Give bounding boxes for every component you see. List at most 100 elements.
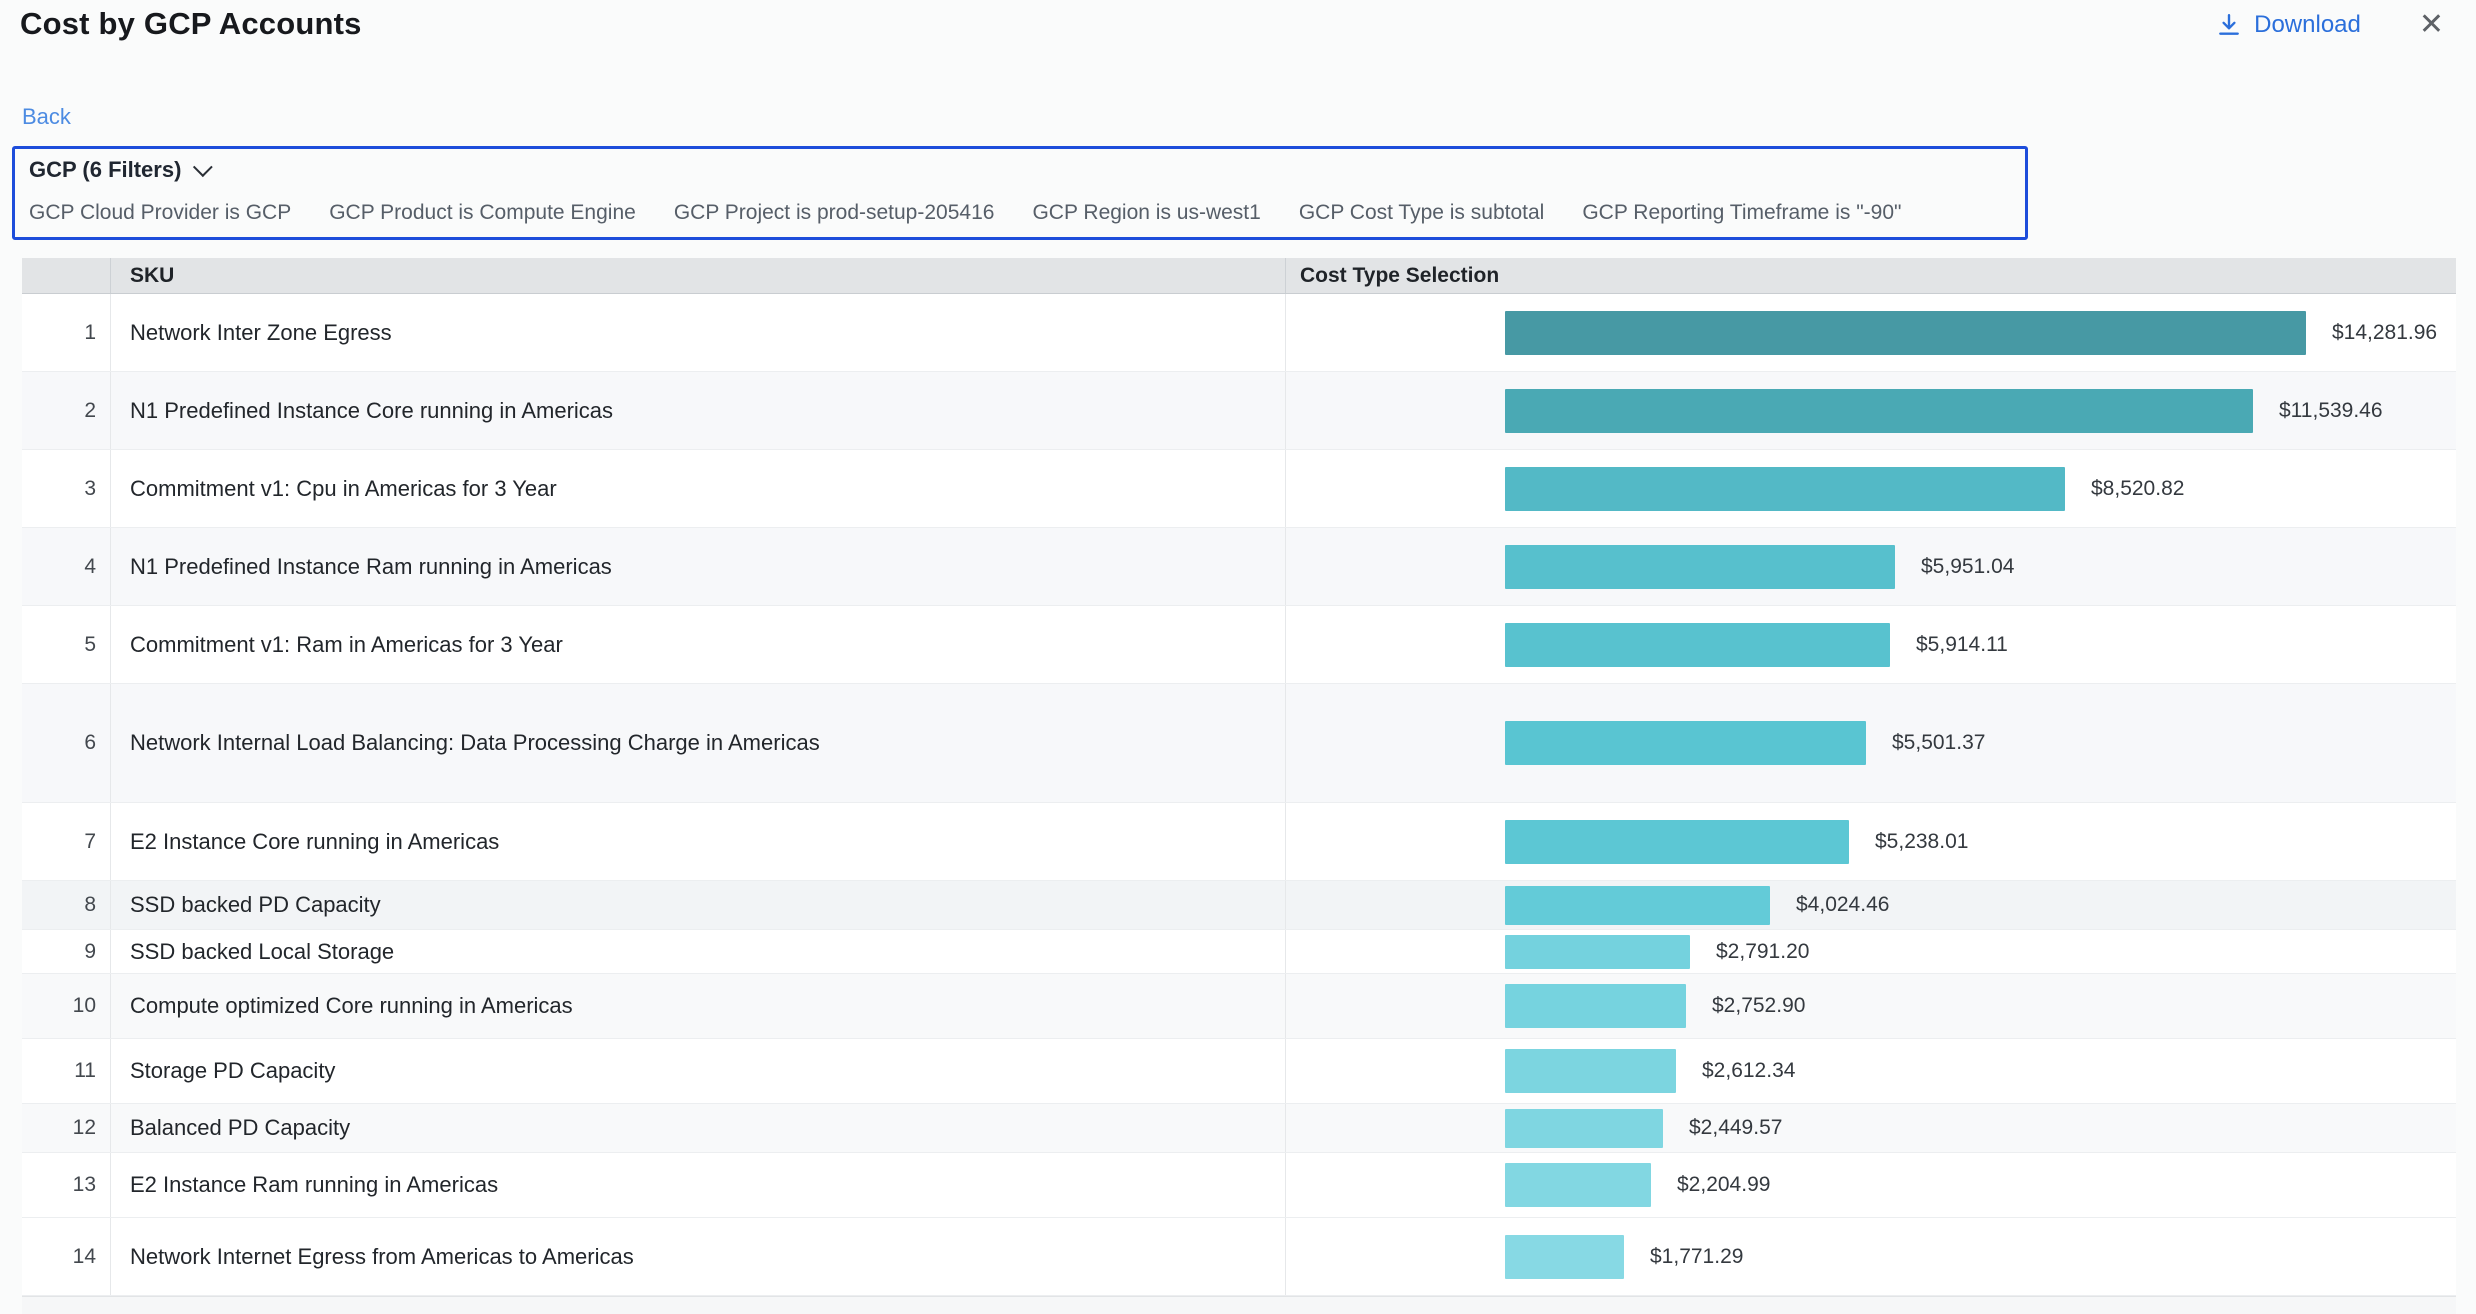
table-row[interactable]: 13E2 Instance Ram running in Americas$2,…	[22, 1153, 2456, 1218]
table-row[interactable]: 10Compute optimized Core running in Amer…	[22, 974, 2456, 1039]
filter-chip[interactable]: GCP Product is Compute Engine	[329, 201, 636, 225]
sku-label: SSD backed Local Storage	[111, 930, 1286, 973]
bar-track: $2,612.34	[1505, 1049, 2456, 1093]
cost-value-label: $11,539.46	[2279, 399, 2383, 423]
cost-bar-cell: $2,791.20	[1286, 930, 2456, 973]
cost-bar[interactable]	[1505, 935, 1690, 969]
close-icon[interactable]: ✕	[2419, 10, 2444, 40]
filter-group-box: GCP (6 Filters) GCP Cloud Provider is GC…	[12, 146, 2028, 240]
bar-track: $5,914.11	[1505, 623, 2456, 667]
sku-label: Commitment v1: Ram in Americas for 3 Yea…	[111, 606, 1286, 683]
cost-bar-cell: $5,238.01	[1286, 803, 2456, 880]
cost-bar[interactable]	[1505, 389, 2253, 433]
cost-bar-cell: $11,539.46	[1286, 372, 2456, 449]
table-row[interactable]: 5Commitment v1: Ram in Americas for 3 Ye…	[22, 606, 2456, 684]
cost-bar-cell: $2,449.57	[1286, 1104, 2456, 1152]
row-rank: 5	[22, 606, 111, 683]
table-row[interactable]: 2N1 Predefined Instance Core running in …	[22, 372, 2456, 450]
cost-value-label: $4,024.46	[1796, 893, 1889, 917]
bar-track: $5,238.01	[1505, 820, 2456, 864]
row-rank: 12	[22, 1104, 111, 1152]
table-row[interactable]: 12Balanced PD Capacity $2,449.57	[22, 1104, 2456, 1153]
sku-label: Balanced PD Capacity	[111, 1104, 1286, 1152]
bar-track: $14,281.96	[1505, 311, 2456, 355]
table-row[interactable]: 8SSD backed PD Capacity $4,024.46	[22, 881, 2456, 930]
cost-bar-cell: $2,204.99	[1286, 1153, 2456, 1217]
sku-label: Storage PD Capacity	[111, 1039, 1286, 1103]
table-row[interactable]: 1Network Inter Zone Egress$14,281.96	[22, 294, 2456, 372]
cost-bar[interactable]	[1505, 623, 1890, 667]
cost-value-label: $5,238.01	[1875, 830, 1968, 854]
sku-label: Network Internal Load Balancing: Data Pr…	[111, 684, 1286, 802]
sku-label: Compute optimized Core running in Americ…	[111, 974, 1286, 1038]
filter-summary-dropdown[interactable]: GCP (6 Filters)	[29, 157, 207, 183]
cost-value-label: $1,771.29	[1650, 1245, 1743, 1269]
back-link[interactable]: Back	[22, 104, 71, 130]
bar-track: $11,539.46	[1505, 389, 2456, 433]
column-header-cost-type-selection: Cost Type Selection	[1286, 258, 2456, 293]
filter-summary-label: GCP (6 Filters)	[29, 157, 181, 183]
cost-bar-cell: $8,520.82	[1286, 450, 2456, 527]
cost-bar[interactable]	[1505, 545, 1895, 589]
cost-value-label: $2,791.20	[1716, 940, 1809, 964]
cost-bar[interactable]	[1505, 311, 2306, 355]
cost-bar-cell: $5,951.04	[1286, 528, 2456, 605]
bottom-band	[22, 1296, 2456, 1314]
cost-bar[interactable]	[1505, 820, 1849, 864]
sku-label: SSD backed PD Capacity	[111, 881, 1286, 929]
chevron-down-icon	[193, 157, 213, 177]
top-actions: Download ✕	[2216, 10, 2444, 40]
row-rank: 14	[22, 1218, 111, 1295]
table-row[interactable]: 14Network Internet Egress from Americas …	[22, 1218, 2456, 1296]
row-rank: 4	[22, 528, 111, 605]
row-rank: 3	[22, 450, 111, 527]
cost-bar-cell: $2,612.34	[1286, 1039, 2456, 1103]
filter-chip[interactable]: GCP Region is us-west1	[1032, 201, 1260, 225]
download-icon	[2216, 12, 2242, 38]
cost-bar[interactable]	[1505, 886, 1770, 925]
cost-value-label: $2,449.57	[1689, 1116, 1782, 1140]
cost-value-label: $8,520.82	[2091, 477, 2184, 501]
cost-bar[interactable]	[1505, 1109, 1663, 1148]
table-row[interactable]: 7E2 Instance Core running in Americas$5,…	[22, 803, 2456, 881]
download-button[interactable]: Download	[2216, 11, 2361, 39]
download-label: Download	[2254, 11, 2361, 39]
sku-label: N1 Predefined Instance Ram running in Am…	[111, 528, 1286, 605]
table-row[interactable]: 4N1 Predefined Instance Ram running in A…	[22, 528, 2456, 606]
table-row[interactable]: 11Storage PD Capacity $2,612.34	[22, 1039, 2456, 1104]
cost-bar[interactable]	[1505, 467, 2065, 511]
cost-value-label: $5,951.04	[1921, 555, 2014, 579]
cost-value-label: $2,204.99	[1677, 1173, 1770, 1197]
table-row[interactable]: 3Commitment v1: Cpu in Americas for 3 Ye…	[22, 450, 2456, 528]
cost-bar[interactable]	[1505, 721, 1866, 765]
filter-chip[interactable]: GCP Cloud Provider is GCP	[29, 201, 291, 225]
cost-value-label: $2,612.34	[1702, 1059, 1795, 1083]
table-row[interactable]: 6Network Internal Load Balancing: Data P…	[22, 684, 2456, 803]
cost-bar-cell: $5,914.11	[1286, 606, 2456, 683]
bar-track: $5,501.37	[1505, 721, 2456, 765]
sku-label: E2 Instance Core running in Americas	[111, 803, 1286, 880]
sku-label: Network Inter Zone Egress	[111, 294, 1286, 371]
row-rank: 8	[22, 881, 111, 929]
cost-bar[interactable]	[1505, 1049, 1676, 1093]
page-title: Cost by GCP Accounts	[20, 6, 362, 42]
row-rank: 13	[22, 1153, 111, 1217]
bar-track: $5,951.04	[1505, 545, 2456, 589]
cost-bar-cell: $14,281.96	[1286, 294, 2456, 371]
row-rank: 10	[22, 974, 111, 1038]
cost-bar[interactable]	[1505, 984, 1686, 1028]
filter-chip[interactable]: GCP Reporting Timeframe is "-90"	[1582, 201, 1901, 225]
filter-chip[interactable]: GCP Cost Type is subtotal	[1299, 201, 1545, 225]
cost-bar-cell: $4,024.46	[1286, 881, 2456, 929]
sku-label: Commitment v1: Cpu in Americas for 3 Yea…	[111, 450, 1286, 527]
cost-bar[interactable]	[1505, 1235, 1624, 1279]
column-header-sku: SKU	[111, 258, 1286, 293]
cost-value-label: $5,914.11	[1916, 633, 2008, 657]
bar-track: $4,024.46	[1505, 886, 2456, 925]
cost-value-label: $2,752.90	[1712, 994, 1805, 1018]
bar-track: $1,771.29	[1505, 1235, 2456, 1279]
row-rank: 11	[22, 1039, 111, 1103]
table-row[interactable]: 9SSD backed Local Storage$2,791.20	[22, 930, 2456, 974]
filter-chip[interactable]: GCP Project is prod-setup-205416	[674, 201, 995, 225]
cost-bar[interactable]	[1505, 1163, 1651, 1207]
